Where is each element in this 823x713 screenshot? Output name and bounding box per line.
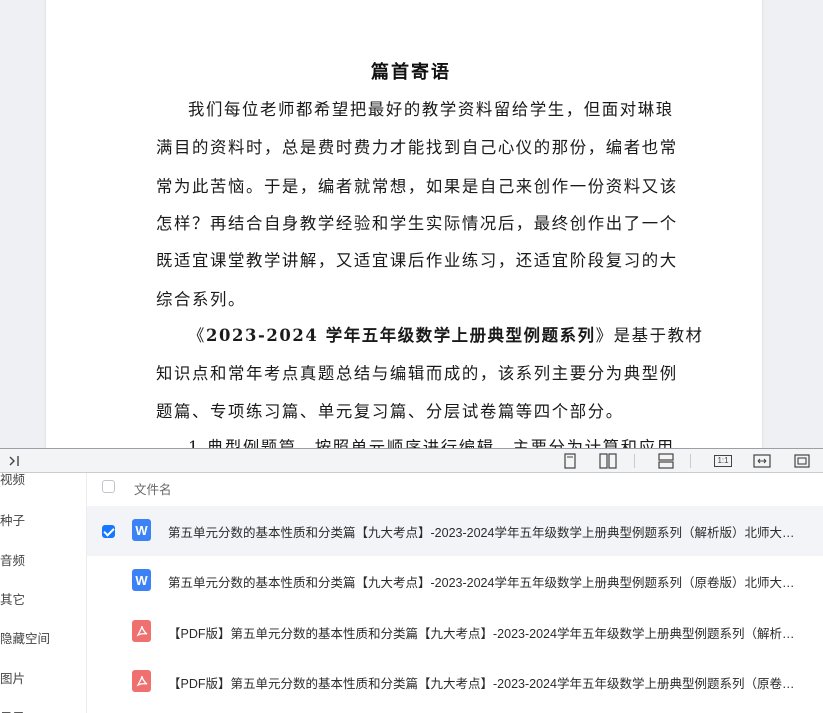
document-paragraph-line: 怎样？再结合自身教学经验和学生实际情况后，最终创作出了一个 [156, 214, 678, 233]
toolbar-divider [634, 454, 635, 468]
document-paragraph-line: 知识点和常年考点真题总结与编辑而成的，该系列主要分为典型例 [156, 364, 678, 383]
column-header-filename[interactable]: 文件名 [134, 479, 172, 498]
document-paragraph-line: 常为此苦恼。于是，编者就常想，如果是自己来创作一份资料又该 [156, 177, 678, 196]
word-file-icon: W [132, 569, 151, 591]
continuous-scroll-icon[interactable] [656, 452, 676, 470]
pdf-file-icon [132, 670, 151, 692]
collapse-right-icon[interactable] [5, 452, 25, 470]
actual-size-label: 1:1 [714, 455, 732, 467]
sidebar-item-images[interactable]: 图片 [0, 668, 25, 687]
preview-toolbar: 1:1 [0, 448, 823, 473]
sidebar-item-hidden-space[interactable]: 隐藏空间 [0, 628, 50, 647]
select-all-checkbox[interactable] [102, 480, 115, 493]
file-name[interactable]: 【PDF版】第五单元分数的基本性质和分类篇【九大考点】-2023-2024学年五… [168, 623, 798, 642]
file-name[interactable]: 【PDF版】第五单元分数的基本性质和分类篇【九大考点】-2023-2024学年五… [168, 673, 798, 692]
two-page-icon[interactable] [598, 452, 618, 470]
file-list: 文件名 W 第五单元分数的基本性质和分类篇【九大考点】-2023-2024学年五… [87, 473, 823, 713]
document-paragraph-line: 满目的资料时，总是费时费力才能找到自己心仪的那份，编者也常 [156, 138, 678, 157]
file-row[interactable]: 【PDF版】第五单元分数的基本性质和分类篇【九大考点】-2023-2024学年五… [87, 607, 823, 657]
document-paragraph-line: 我们每位老师都希望把最好的教学资料留给学生，但面对琳琅 [188, 100, 674, 119]
document-text-fragment: 》是基于教材 [595, 326, 704, 345]
file-name[interactable]: 第五单元分数的基本性质和分类篇【九大考点】-2023-2024学年五年级数学上册… [168, 572, 798, 591]
document-preview[interactable]: 篇首寄语 我们每位老师都希望把最好的教学资料留给学生，但面对琳琅 满目的资料时，… [0, 0, 823, 448]
file-name[interactable]: 第五单元分数的基本性质和分类篇【九大考点】-2023-2024学年五年级数学上册… [168, 522, 798, 541]
document-paragraph-line: 题篇、专项练习篇、单元复习篇、分层试卷篇等四个部分。 [156, 402, 624, 421]
document-paragraph-line: 《2023-2024 学年五年级数学上册典型例题系列》是基于教材 [188, 322, 704, 346]
toolbar-divider [690, 454, 691, 468]
pdf-file-icon [132, 620, 151, 642]
sidebar-item-torrent[interactable]: 种子 [0, 510, 25, 529]
fit-page-icon[interactable] [792, 452, 812, 470]
row-checkbox[interactable] [102, 525, 115, 538]
file-row[interactable]: W 第五单元分数的基本性质和分类篇【九大考点】-2023-2024学年五年级数学… [87, 556, 823, 606]
list-header: 文件名 [87, 473, 823, 501]
document-bold-title: 2023-2024 学年五年级数学上册典型例题系列 [206, 326, 596, 345]
file-row[interactable]: W 第五单元分数的基本性质和分类篇【九大考点】-2023-2024学年五年级数学… [87, 506, 823, 556]
word-file-icon: W [132, 519, 151, 541]
document-text-fragment: 《 [188, 326, 206, 345]
actual-size-icon[interactable]: 1:1 [712, 452, 734, 470]
sidebar-item-video[interactable]: 视频 [0, 473, 25, 488]
sidebar-item-directory[interactable]: 目录 [0, 707, 25, 713]
file-row[interactable]: 【PDF版】第五单元分数的基本性质和分类篇【九大考点】-2023-2024学年五… [87, 657, 823, 707]
sidebar-item-other[interactable]: 其它 [0, 589, 25, 608]
sidebar-item-audio[interactable]: 音频 [0, 550, 25, 569]
document-paragraph-line-cut: 1.典型例题篇，按照单元顺序进行编辑，主要分为计算和应用 [188, 438, 675, 448]
document-title: 篇首寄语 [371, 62, 451, 83]
sidebar: 视频 种子 音频 其它 隐藏空间 图片 目录 [0, 473, 87, 713]
document-page: 篇首寄语 我们每位老师都希望把最好的教学资料留给学生，但面对琳琅 满目的资料时，… [46, 0, 762, 448]
single-page-icon[interactable] [560, 452, 580, 470]
document-paragraph-line: 既适宜课堂教学讲解，又适宜课后作业练习，还适宜阶段复习的大 [156, 251, 678, 270]
document-paragraph-line: 综合系列。 [156, 290, 246, 309]
fit-width-icon[interactable] [752, 452, 772, 470]
